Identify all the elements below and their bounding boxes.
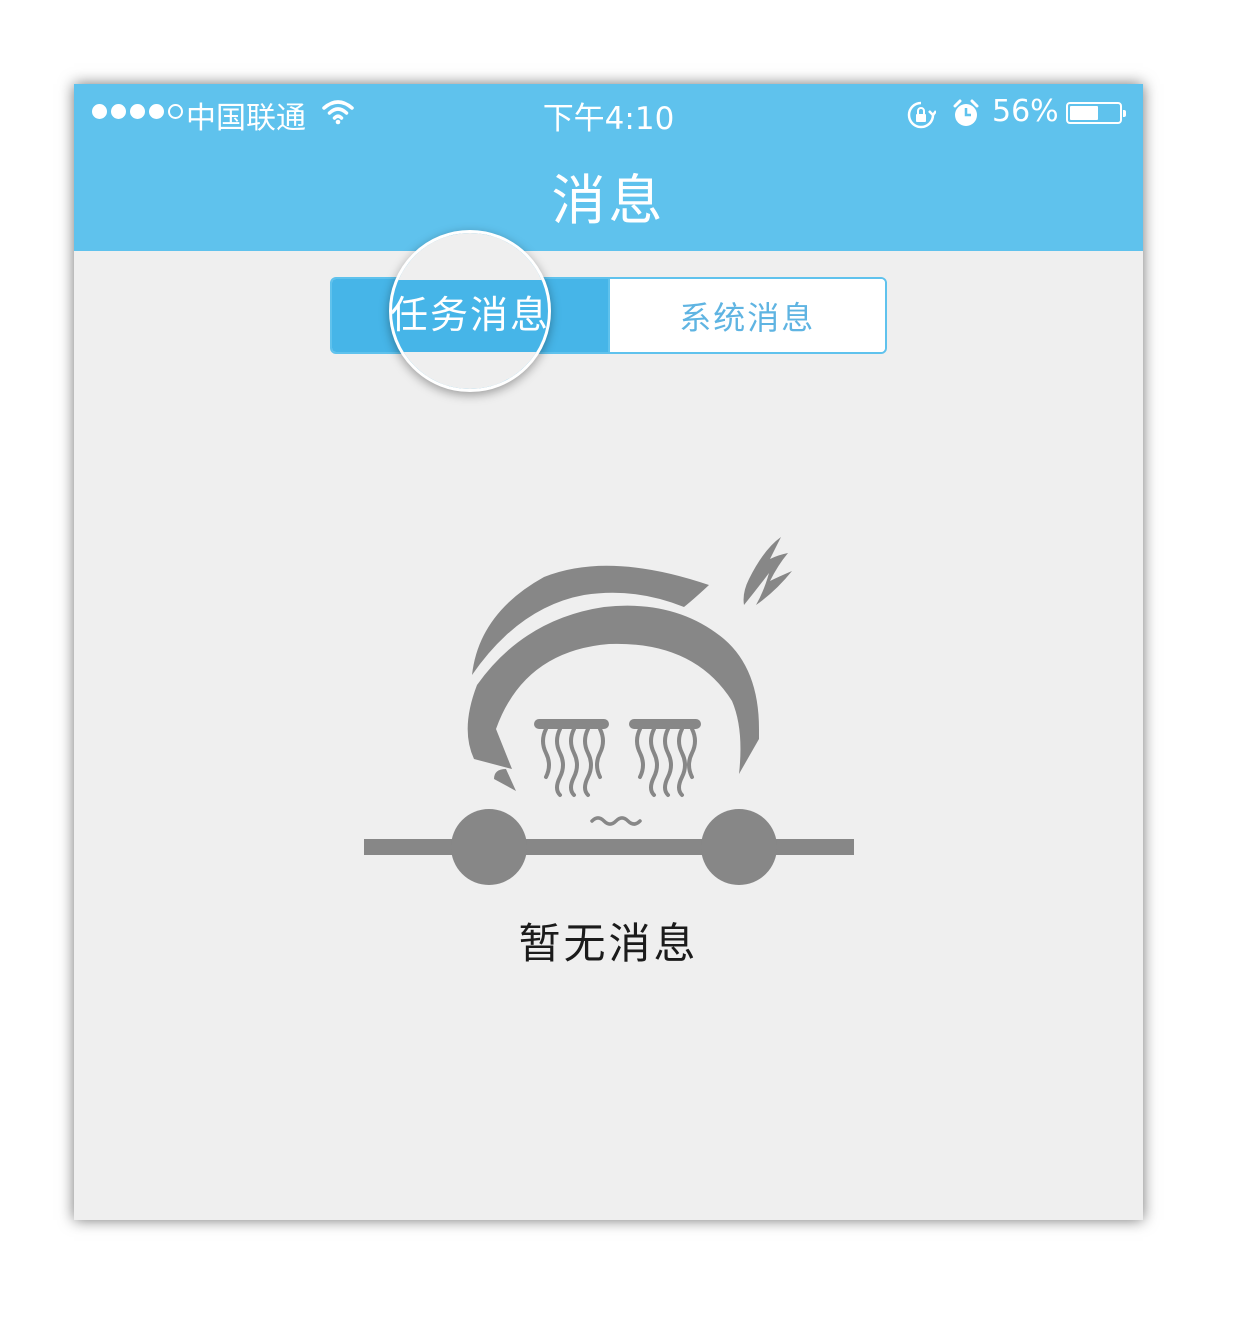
phone-screen: 中国联通 下午4:10 56% 消息 系统消息 任务消息 暂无消息 xyxy=(74,84,1143,1220)
tab-system-messages[interactable]: 系统消息 xyxy=(607,279,885,352)
tab-label: 系统消息 xyxy=(679,298,816,337)
alarm-icon xyxy=(952,99,980,133)
nav-header: 中国联通 下午4:10 56% 消息 xyxy=(74,84,1143,251)
magnified-tab-label: 任务消息 xyxy=(390,292,551,337)
rotation-lock-icon xyxy=(906,100,937,134)
clock: 下午4:10 xyxy=(542,101,675,137)
battery-icon xyxy=(1066,102,1126,124)
crying-mascot-illustration xyxy=(364,529,854,893)
tab-highlight-magnifier: 任务消息 xyxy=(389,230,551,392)
page-title: 消息 xyxy=(551,169,666,232)
empty-state-message: 暂无消息 xyxy=(518,919,699,968)
status-bar: 中国联通 下午4:10 56% xyxy=(74,84,1143,144)
battery-percent: 56% xyxy=(992,94,1059,129)
